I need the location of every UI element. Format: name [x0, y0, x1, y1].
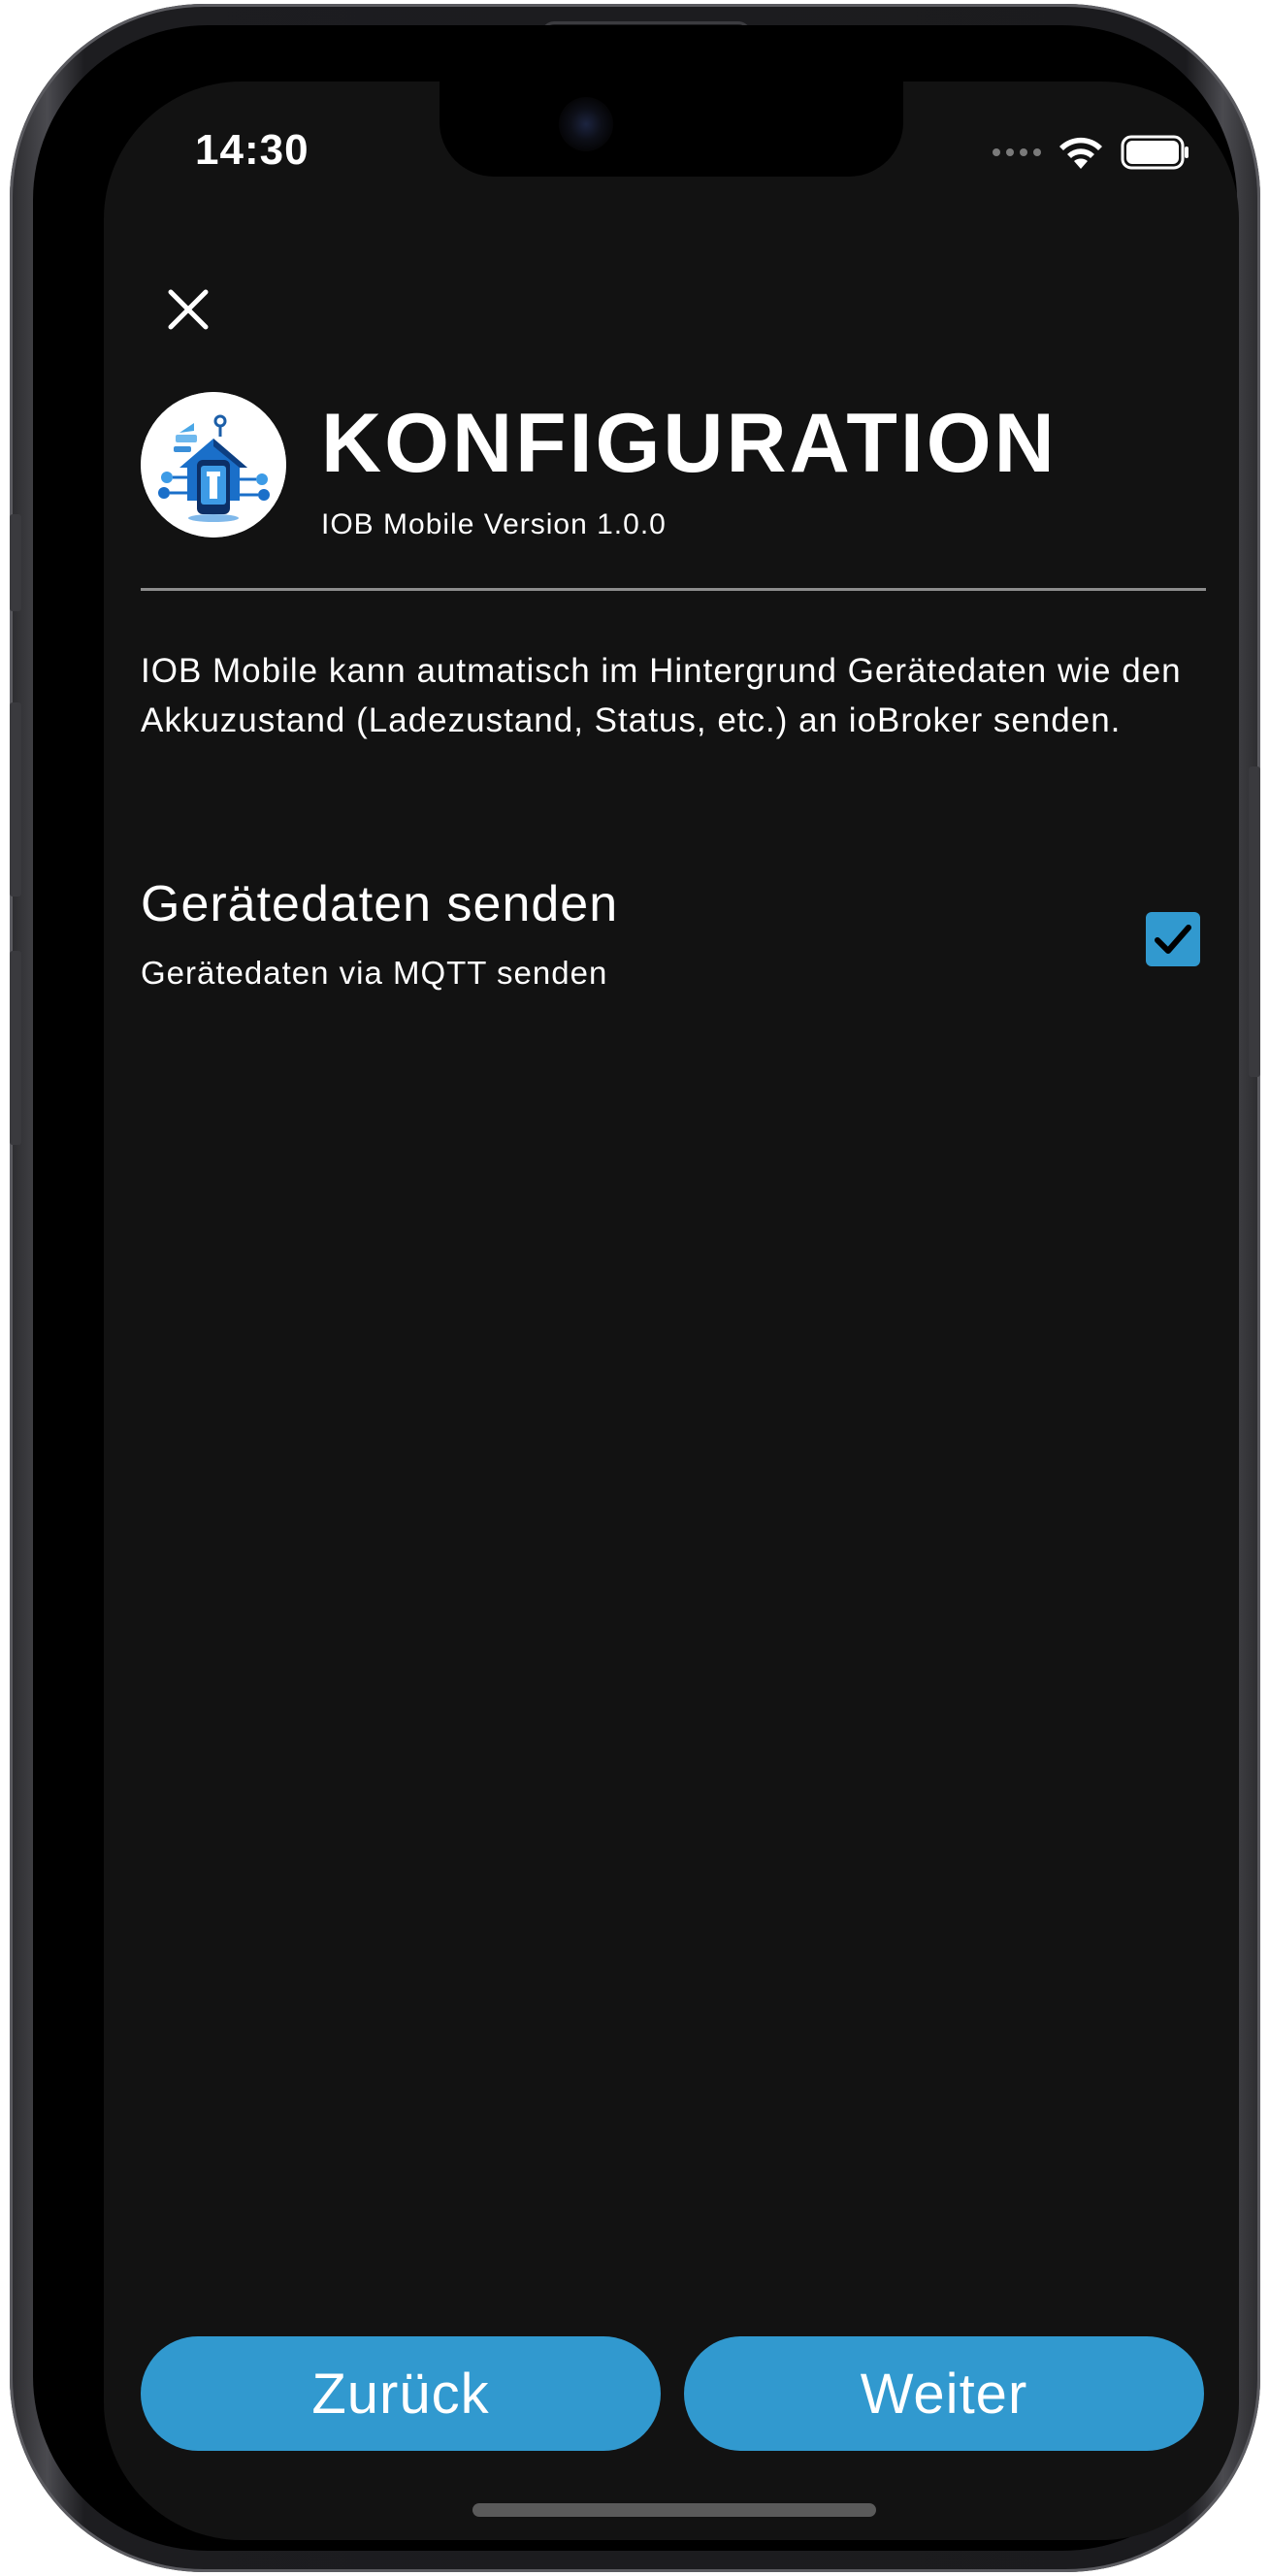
- home-indicator[interactable]: [472, 2503, 876, 2517]
- power-button: [1249, 766, 1260, 1077]
- phone-frame: 14:30 KONFIGURATION IOB Mobile Version 1…: [10, 4, 1260, 2572]
- close-button[interactable]: [154, 276, 222, 343]
- header-divider: [141, 588, 1206, 591]
- page-title: KONFIGURATION: [321, 397, 1058, 490]
- checkmark-icon: [1155, 925, 1191, 954]
- setting-subtitle: Gerätedaten via MQTT senden: [141, 955, 608, 991]
- next-button[interactable]: Weiter: [684, 2336, 1204, 2451]
- status-icons: [993, 134, 1190, 171]
- phone-bezel: 14:30 KONFIGURATION IOB Mobile Version 1…: [33, 25, 1239, 2551]
- description-text: IOB Mobile kann autmatisch im Hintergrun…: [141, 652, 1182, 739]
- send-device-data-setting[interactable]: Gerätedaten senden Gerätedaten via MQTT …: [141, 875, 1208, 1011]
- volume-up-button: [10, 702, 21, 897]
- volume-down-button: [10, 951, 21, 1145]
- setting-title: Gerätedaten senden: [141, 876, 619, 932]
- close-icon: [168, 289, 209, 330]
- back-button[interactable]: Zurück: [141, 2336, 661, 2451]
- send-device-data-checkbox[interactable]: [1146, 912, 1200, 966]
- cellular-signal-icon: [993, 148, 1041, 156]
- battery-icon: [1121, 135, 1189, 170]
- app-screen: 14:30 KONFIGURATION IOB Mobile Version 1…: [104, 82, 1239, 2540]
- iob-mobile-logo-icon: [141, 392, 286, 538]
- status-time: 14:30: [195, 126, 309, 174]
- app-version: IOB Mobile Version 1.0.0: [321, 508, 667, 540]
- dynamic-island: [440, 82, 903, 177]
- front-camera: [559, 97, 613, 151]
- wifi-icon: [1059, 137, 1102, 169]
- action-button: [10, 514, 21, 611]
